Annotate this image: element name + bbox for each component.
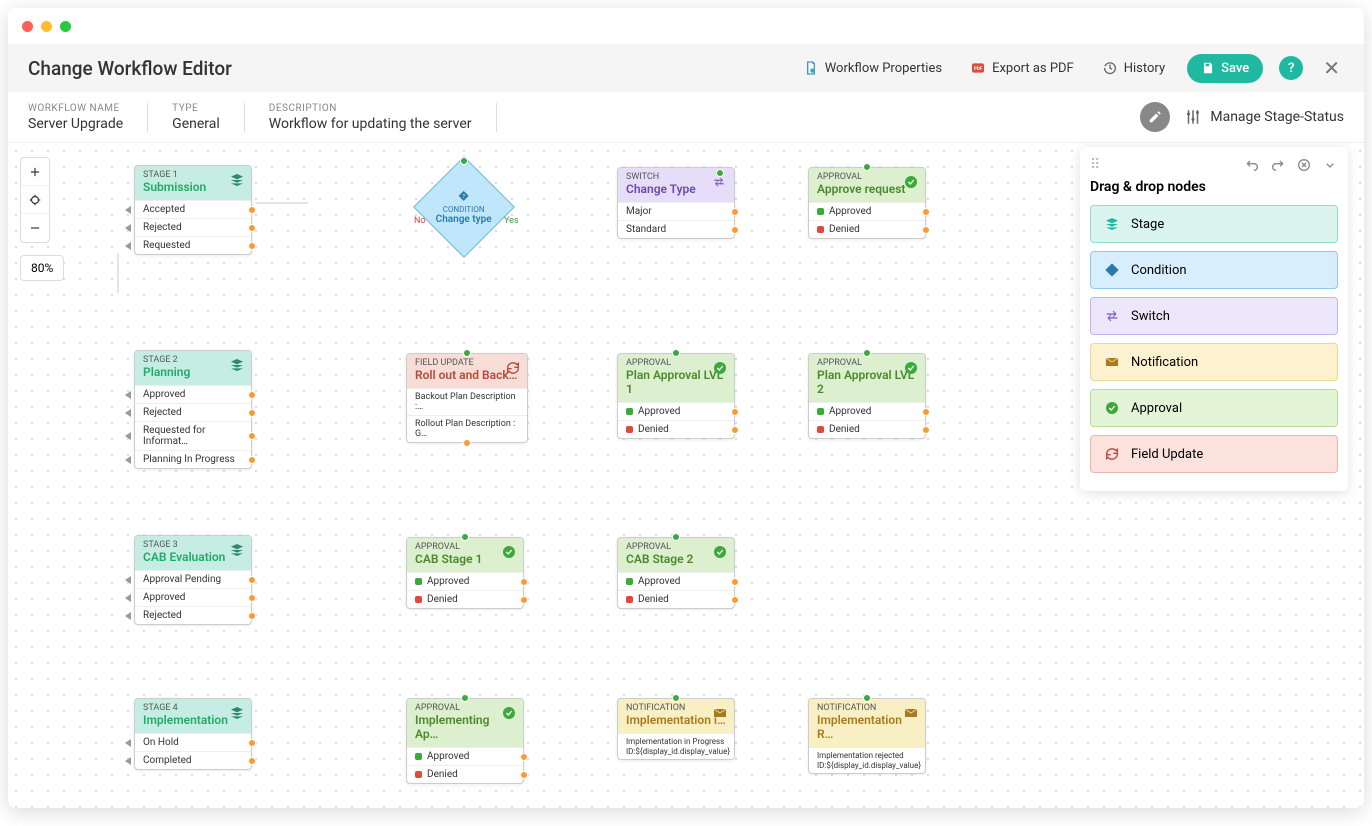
- window-titlebar: [8, 8, 1364, 44]
- refresh-icon: [505, 360, 521, 376]
- node-approval-cab-stage1[interactable]: APPROVAL CAB Stage 1 Approved Denied: [406, 537, 524, 609]
- node-approval-plan-lvl1[interactable]: APPROVAL Plan Approval LVL 1 Approved De…: [617, 353, 735, 439]
- window-max-dot[interactable]: [60, 21, 71, 32]
- export-pdf-button[interactable]: PDF Export as PDF: [964, 56, 1080, 80]
- workflow-properties-button[interactable]: Workflow Properties: [797, 56, 948, 80]
- sliders-icon: [1184, 108, 1202, 126]
- meta-type-label: TYPE: [172, 103, 220, 114]
- refresh-icon: [1103, 445, 1121, 463]
- page-title: Change Workflow Editor: [28, 57, 781, 80]
- stack-icon: [229, 357, 245, 373]
- meta-bar: WORKFLOW NAME Server Upgrade TYPE Genera…: [8, 92, 1364, 143]
- grip-icon[interactable]: ⠿: [1090, 157, 1100, 173]
- check-circle-icon: [501, 705, 517, 721]
- undo-icon[interactable]: [1244, 157, 1260, 173]
- chevron-down-icon[interactable]: [1322, 157, 1338, 173]
- save-button[interactable]: Save: [1187, 54, 1263, 83]
- meta-desc-label: DESCRIPTION: [269, 103, 472, 114]
- node-notification-impl-progress[interactable]: NOTIFICATION Implementation i… Implement…: [617, 698, 735, 760]
- zoom-percentage: 80%: [20, 255, 64, 281]
- zoom-out-button[interactable]: [21, 214, 49, 242]
- switch-icon: [1103, 307, 1121, 325]
- pdf-icon: PDF: [970, 60, 986, 76]
- palette-item-field-update[interactable]: Field Update: [1090, 435, 1338, 473]
- redo-icon[interactable]: [1270, 157, 1286, 173]
- manage-stage-status-button[interactable]: Manage Stage-Status: [1184, 108, 1344, 126]
- node-stage-implementation[interactable]: STAGE 4 Implementation On Hold Completed: [134, 698, 252, 770]
- node-stage-cab-evaluation[interactable]: STAGE 3 CAB Evaluation Approval Pending …: [134, 535, 252, 625]
- save-icon: [1201, 61, 1215, 75]
- window-min-dot[interactable]: [41, 21, 52, 32]
- node-approval-implementing[interactable]: APPROVAL Implementing Ap… Approved Denie…: [406, 698, 524, 784]
- node-notification-impl-rejected[interactable]: NOTIFICATION Implementation R… Implement…: [808, 698, 926, 774]
- check-circle-icon: [712, 544, 728, 560]
- node-field-update-rollout[interactable]: FIELD UPDATE Roll out and Back… Backout …: [406, 353, 528, 443]
- meta-name-value: Server Upgrade: [28, 116, 123, 132]
- palette-item-stage[interactable]: Stage: [1090, 205, 1338, 243]
- palette-title: Drag & drop nodes: [1090, 179, 1338, 195]
- switch-icon: [712, 174, 728, 190]
- node-approval-plan-lvl2[interactable]: APPROVAL Plan Approval LVL 2 Approved De…: [808, 353, 926, 439]
- close-button[interactable]: ✕: [1319, 56, 1344, 80]
- meta-desc-value: Workflow for updating the server: [269, 116, 472, 132]
- node-approval-approve-request[interactable]: APPROVAL Approve request Approved Denied: [808, 167, 926, 239]
- zoom-controls: [20, 157, 50, 243]
- node-condition-change-type[interactable]: ? CONDITION Change type No Yes: [428, 171, 500, 243]
- mail-icon: [1103, 353, 1121, 371]
- mail-icon: [903, 705, 919, 721]
- stack-icon: [1103, 215, 1121, 233]
- stack-icon: [229, 705, 245, 721]
- palette-item-approval[interactable]: Approval: [1090, 389, 1338, 427]
- workflow-canvas[interactable]: 80% STAGE 1 Submission: [8, 143, 1364, 808]
- check-circle-icon: [501, 544, 517, 560]
- palette-item-notification[interactable]: Notification: [1090, 343, 1338, 381]
- window-close-dot[interactable]: [22, 21, 33, 32]
- meta-type-value: General: [172, 116, 220, 132]
- edit-button[interactable]: [1140, 102, 1170, 132]
- zoom-in-button[interactable]: [21, 158, 49, 186]
- svg-text:PDF: PDF: [974, 66, 983, 72]
- zoom-fit-button[interactable]: [21, 186, 49, 214]
- document-info-icon: [803, 60, 819, 76]
- meta-name-label: WORKFLOW NAME: [28, 103, 123, 114]
- node-switch-change-type[interactable]: SWITCH Change Type Major Standard: [617, 167, 735, 239]
- palette-item-condition[interactable]: Condition: [1090, 251, 1338, 289]
- help-button[interactable]: ?: [1279, 56, 1303, 80]
- history-button[interactable]: History: [1096, 56, 1171, 80]
- stack-icon: [229, 172, 245, 188]
- pencil-icon: [1148, 110, 1162, 124]
- palette-item-switch[interactable]: Switch: [1090, 297, 1338, 335]
- check-circle-icon: [903, 360, 919, 376]
- node-stage-submission[interactable]: STAGE 1 Submission Accepted Rejected Req…: [134, 165, 252, 255]
- check-circle-icon: [712, 360, 728, 376]
- node-approval-cab-stage2[interactable]: APPROVAL CAB Stage 2 Approved Denied: [617, 537, 735, 609]
- check-circle-icon: [1103, 399, 1121, 417]
- condition-icon: [1103, 261, 1121, 279]
- history-icon: [1102, 60, 1118, 76]
- mail-icon: [712, 705, 728, 721]
- node-palette[interactable]: ⠿ Drag & drop nodes Stage Condition Swi: [1080, 147, 1348, 491]
- stack-icon: [229, 542, 245, 558]
- check-circle-icon: [903, 174, 919, 190]
- header-bar: Change Workflow Editor Workflow Properti…: [8, 44, 1364, 92]
- clear-icon[interactable]: [1296, 157, 1312, 173]
- condition-icon: ?: [458, 190, 470, 202]
- node-stage-planning[interactable]: STAGE 2 Planning Approved Rejected Reque…: [134, 350, 252, 469]
